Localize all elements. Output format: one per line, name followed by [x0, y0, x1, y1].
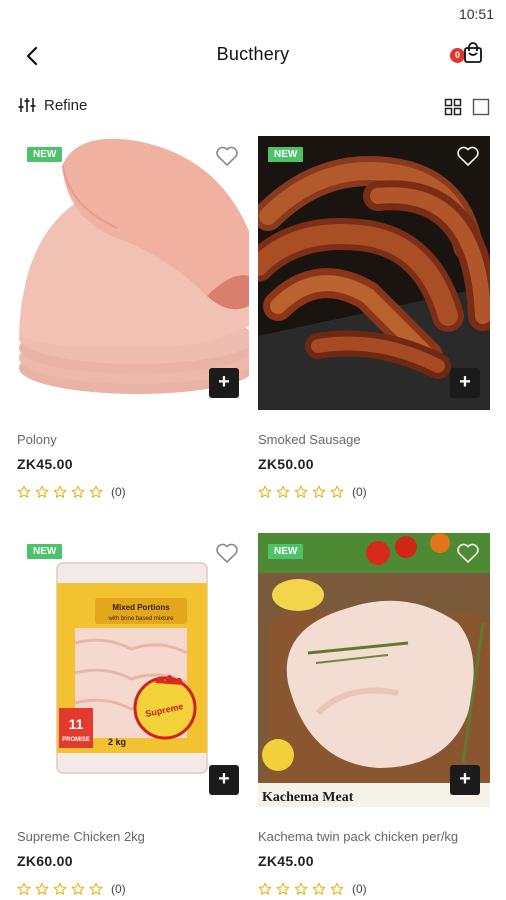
rating-count: (0): [111, 882, 126, 896]
heart-icon: [216, 146, 238, 166]
product-card-polony[interactable]: NEW + Polony ZK45.00 (0): [17, 136, 249, 499]
product-card-smoked-sausage[interactable]: NEW + Smoked Sausage ZK50.00 (0): [258, 136, 490, 499]
filter-toolbar: Refine: [0, 94, 506, 124]
pack-weight: 2 kg: [108, 737, 126, 747]
grid-view-icon: [444, 98, 462, 116]
star-icon: [258, 485, 272, 498]
star-icon: [53, 882, 67, 895]
product-name[interactable]: Polony: [17, 432, 249, 450]
wishlist-button[interactable]: [456, 145, 480, 167]
product-price: ZK50.00: [258, 456, 314, 472]
product-price: ZK60.00: [17, 853, 73, 869]
star-icon: [276, 882, 290, 895]
new-badge: NEW: [27, 544, 63, 559]
star-icon: [35, 882, 49, 895]
top-app-bar: Bucthery 0: [0, 36, 506, 76]
star-icon: [89, 485, 103, 498]
product-rating: (0): [17, 882, 249, 896]
product-rating: (0): [17, 485, 249, 499]
product-card-kachema-chicken[interactable]: Kachema Meat NEW + Kachema twin pack chi…: [258, 533, 490, 896]
wishlist-button[interactable]: [215, 145, 239, 167]
new-badge: NEW: [27, 147, 63, 162]
rating-count: (0): [111, 485, 126, 499]
heart-icon: [216, 543, 238, 563]
product-rating: (0): [258, 882, 490, 896]
square-view-icon: [472, 98, 490, 116]
product-rating: (0): [258, 485, 490, 499]
heart-icon: [457, 146, 479, 166]
add-to-cart-button[interactable]: +: [209, 368, 239, 398]
status-time: 10:51: [458, 6, 494, 22]
product-image[interactable]: Kachema Meat NEW +: [258, 533, 490, 807]
star-icon: [258, 882, 272, 895]
pack-promise-label: PROMISE: [62, 737, 90, 743]
status-bar: 10:51: [0, 0, 506, 28]
product-name[interactable]: Supreme Chicken 2kg: [17, 829, 249, 847]
product-image[interactable]: Mixed Portions with brine based mixture …: [17, 533, 249, 807]
new-badge: NEW: [268, 147, 304, 162]
star-icon: [276, 485, 290, 498]
grid-view-button[interactable]: [444, 98, 464, 118]
product-name[interactable]: Kachema twin pack chicken per/kg: [258, 829, 490, 847]
heart-icon: [457, 543, 479, 563]
pack-subtitle: with brine based mixture: [107, 616, 174, 622]
star-icon: [17, 882, 31, 895]
star-icon: [71, 485, 85, 498]
add-to-cart-button[interactable]: +: [450, 368, 480, 398]
wishlist-button[interactable]: [215, 542, 239, 564]
product-price: ZK45.00: [258, 853, 314, 869]
list-view-button[interactable]: [472, 98, 490, 116]
star-icon: [294, 882, 308, 895]
product-card-supreme-chicken[interactable]: Mixed Portions with brine based mixture …: [17, 533, 249, 896]
star-icon: [294, 485, 308, 498]
star-icon: [35, 485, 49, 498]
wishlist-button[interactable]: [456, 542, 480, 564]
rating-count: (0): [352, 882, 367, 896]
refine-label: Refine: [44, 96, 88, 114]
add-to-cart-button[interactable]: +: [450, 765, 480, 795]
new-badge: NEW: [268, 544, 304, 559]
star-icon: [330, 882, 344, 895]
shopping-bag-icon: [464, 42, 482, 63]
star-icon: [53, 485, 67, 498]
star-icon: [89, 882, 103, 895]
product-image[interactable]: NEW +: [17, 136, 249, 410]
star-icon: [71, 882, 85, 895]
rating-count: (0): [352, 485, 367, 499]
star-icon: [312, 485, 326, 498]
sliders-icon: [18, 98, 36, 112]
refine-button[interactable]: Refine: [18, 96, 87, 114]
star-icon: [312, 882, 326, 895]
product-price: ZK45.00: [17, 456, 73, 472]
product-image[interactable]: NEW +: [258, 136, 490, 410]
cart-button[interactable]: 0: [450, 40, 490, 72]
product-name[interactable]: Smoked Sausage: [258, 432, 490, 450]
pack-title: Mixed Portions: [112, 603, 170, 612]
add-to-cart-button[interactable]: +: [209, 765, 239, 795]
star-icon: [17, 485, 31, 498]
page-title: Bucthery: [216, 44, 290, 64]
pack-promise-number: 11: [69, 716, 84, 732]
star-icon: [330, 485, 344, 498]
image-caption: Kachema Meat: [262, 790, 354, 805]
